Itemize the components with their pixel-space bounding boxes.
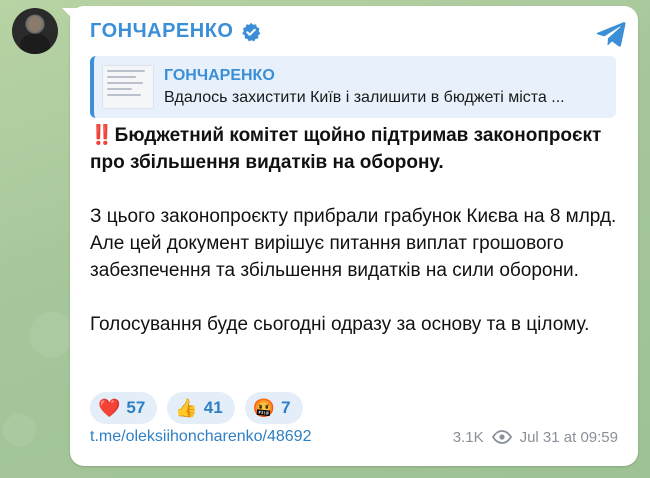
reply-text: Вдалось захистити Київ і залишити в бюдж… — [164, 89, 565, 106]
timestamp: Jul 31 at 09:59 — [519, 428, 618, 446]
message-paragraph: Голосування буде сьогодні одразу за осно… — [90, 314, 590, 335]
verified-badge-icon — [242, 22, 261, 41]
view-count: 3.1K — [452, 428, 484, 446]
angry-face-icon: 🤬 — [252, 398, 276, 418]
reaction-thumbs-up[interactable]: 👍 41 — [167, 392, 235, 424]
post-link[interactable]: t.me/oleksiihoncharenko/48692 — [90, 428, 311, 446]
channel-name[interactable]: ГОНЧАРЕНКО — [90, 20, 233, 43]
message-headline: ‼️ Бюджетний комітет щойно підтримав зако… — [90, 125, 602, 173]
channel-header: ГОНЧАРЕНКО — [90, 20, 261, 43]
message-paragraph: З цього законопроєкту прибрали грабунок … — [90, 206, 617, 281]
heart-icon: ❤️ — [98, 398, 121, 418]
channel-avatar[interactable] — [12, 8, 58, 54]
reply-thumbnail — [102, 65, 154, 109]
message-bubble: ГОНЧАРЕНКО ГОНЧАРЕНКО Вдалось захистити … — [70, 6, 638, 466]
reaction-angry[interactable]: 🤬 7 — [244, 392, 303, 424]
message-text: ‼️ Бюджетний комітет щойно підтримав зако… — [90, 122, 620, 338]
reaction-count: 57 — [126, 398, 146, 417]
double-exclamation-icon: ‼️ — [90, 125, 114, 146]
reply-preview[interactable]: ГОНЧАРЕНКО Вдалось захистити Київ і зали… — [90, 56, 616, 118]
reaction-heart[interactable]: ❤️ 57 — [90, 392, 158, 424]
eye-icon — [491, 430, 512, 444]
reaction-count: 7 — [281, 398, 291, 417]
message-meta: 3.1K Jul 31 at 09:59 — [453, 429, 618, 446]
telegram-plane-icon[interactable] — [596, 20, 626, 48]
message-footer: t.me/oleksiihoncharenko/48692 3.1K Jul 3… — [90, 428, 618, 446]
reactions-bar: ❤️ 57 👍 41 🤬 7 — [90, 392, 303, 424]
thumbs-up-icon: 👍 — [175, 398, 198, 418]
reply-title: ГОНЧАРЕНКО — [164, 67, 275, 84]
reaction-count: 41 — [203, 398, 223, 417]
